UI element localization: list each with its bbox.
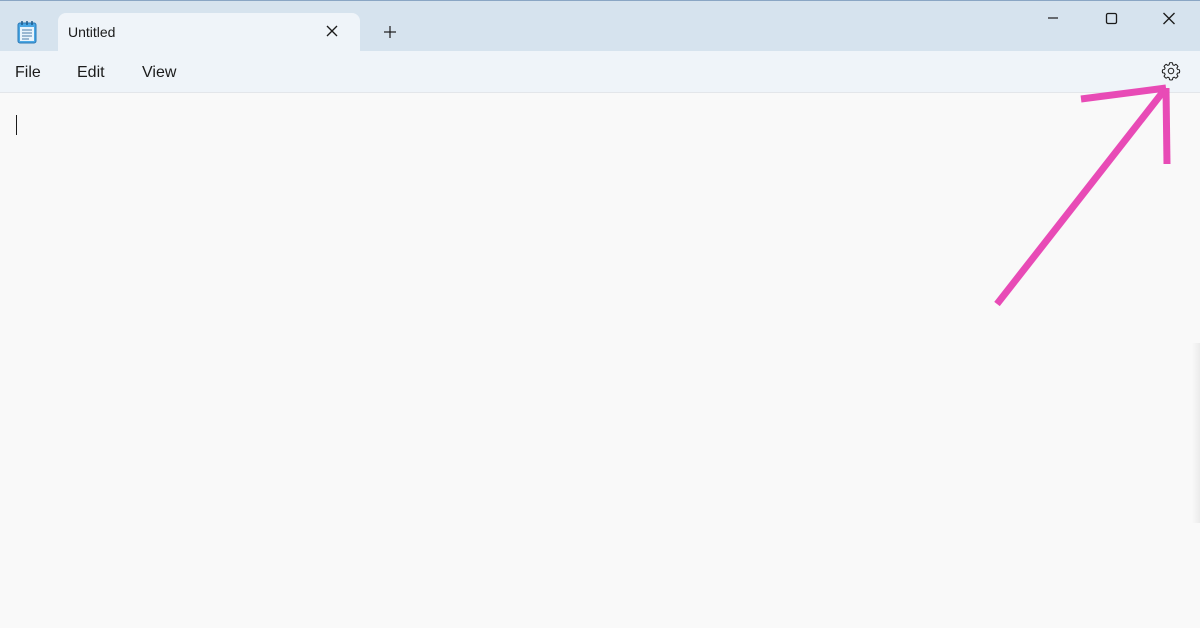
gear-icon[interactable] [1160,60,1182,82]
menu-edit[interactable]: Edit [77,64,105,82]
maximize-icon [1105,12,1118,25]
title-bar: Untitled [0,0,1200,53]
maximize-button[interactable] [1082,1,1140,37]
menu-view[interactable]: View [142,64,176,82]
minimize-icon [1048,17,1058,19]
edge-shadow [1192,343,1200,523]
tab-title: Untitled [68,24,116,40]
text-editor[interactable] [0,93,1200,628]
notepad-window: Untitled File Edit View [0,0,1200,628]
close-icon [1163,12,1175,25]
menu-file[interactable]: File [15,64,41,82]
text-caret [16,115,17,135]
tab-close-icon[interactable] [324,23,340,39]
tab-untitled[interactable]: Untitled [58,13,360,53]
plus-icon[interactable] [382,24,398,40]
notepad-icon [17,20,37,44]
minimize-button[interactable] [1024,1,1082,37]
close-window-button[interactable] [1140,1,1198,37]
menu-bar: File Edit View [0,51,1200,93]
